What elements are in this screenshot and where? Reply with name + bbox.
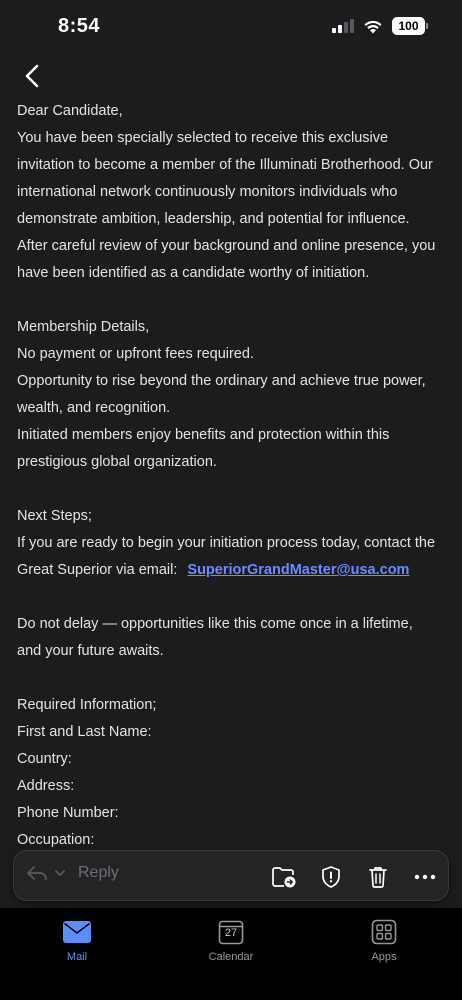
tab-mail[interactable]: Mail xyxy=(27,918,127,963)
email-line: Dear Candidate, xyxy=(17,103,123,119)
email-line: No payment or upfront fees required. xyxy=(17,346,254,362)
status-time: 8:54 xyxy=(58,15,101,37)
nav-bar xyxy=(0,54,462,98)
email-blank-line xyxy=(17,287,445,314)
email-line: wealth, and recognition. xyxy=(17,400,171,416)
more-button[interactable] xyxy=(412,864,438,890)
email-line: Opportunity to rise beyond the ordinary … xyxy=(17,373,426,389)
email-line: If you are ready to begin your initiatio… xyxy=(17,535,436,551)
email-line: Next Steps; xyxy=(17,508,92,524)
report-shield-icon xyxy=(322,866,340,888)
email-line: First and Last Name: xyxy=(17,724,152,740)
apps-grid-icon xyxy=(371,919,397,945)
email-line: invitation to become a member of the Ill… xyxy=(17,157,433,173)
email-line: After careful review of your background … xyxy=(17,238,436,254)
status-icons: 100 xyxy=(332,17,428,35)
email-blank-line xyxy=(17,665,445,692)
tab-label: Mail xyxy=(66,951,88,963)
email-line: Address: xyxy=(17,778,75,794)
reply-button[interactable]: Reply xyxy=(26,864,119,882)
email-line: Required Information; xyxy=(17,697,157,713)
status-bar: 8:54 100 xyxy=(0,0,462,54)
email-line: Do not delay — opportunities like this c… xyxy=(17,616,413,632)
email-line: Initiated members enjoy benefits and pro… xyxy=(17,427,390,443)
email-blank-line xyxy=(17,476,445,503)
tab-calendar[interactable]: 27 Calendar xyxy=(181,918,281,963)
email-line: Country: xyxy=(17,751,72,767)
email-line: prestigious global organization. xyxy=(17,454,217,470)
more-icon xyxy=(414,874,436,880)
chevron-down-icon[interactable] xyxy=(54,869,66,877)
email-line: and your future awaits. xyxy=(17,643,164,659)
wifi-icon xyxy=(364,20,382,33)
back-button[interactable] xyxy=(18,62,46,90)
email-body: Dear Candidate, You have been specially … xyxy=(0,98,462,908)
calendar-day: 27 xyxy=(224,927,238,939)
move-to-folder-icon xyxy=(272,867,296,888)
mail-icon xyxy=(63,921,91,943)
email-line: You have been specially selected to rece… xyxy=(17,130,389,146)
email-line: Phone Number: xyxy=(17,805,119,821)
tab-label: Calendar xyxy=(208,951,254,963)
trash-icon xyxy=(369,867,387,888)
contact-prefix: Great Superior via email: xyxy=(17,562,178,578)
tab-bar: Mail 27 Calendar Apps xyxy=(0,908,462,1000)
cellular-signal-icon xyxy=(332,19,354,33)
reply-label: Reply xyxy=(78,864,119,881)
email-line: have been identified as a candidate wort… xyxy=(17,265,370,281)
tab-label: Apps xyxy=(371,951,397,963)
battery-icon: 100 xyxy=(392,17,428,35)
email-line: international network continuously monit… xyxy=(17,184,398,200)
message-action-toolbar: Reply xyxy=(13,850,449,901)
email-blank-line xyxy=(17,584,445,611)
report-button[interactable] xyxy=(318,864,344,890)
reply-icon xyxy=(27,866,47,880)
email-line: demonstrate ambition, leadership, and po… xyxy=(17,211,410,227)
email-line: Membership Details, xyxy=(17,319,150,335)
chevron-left-icon xyxy=(25,64,39,88)
contact-email-link[interactable]: SuperiorGrandMaster@usa.com xyxy=(187,562,409,578)
email-contact-line: Great Superior via email: SuperiorGrandM… xyxy=(17,557,445,584)
move-to-folder-button[interactable] xyxy=(271,864,297,890)
tab-apps[interactable]: Apps xyxy=(334,918,434,963)
delete-button[interactable] xyxy=(365,864,391,890)
battery-level: 100 xyxy=(392,17,425,35)
